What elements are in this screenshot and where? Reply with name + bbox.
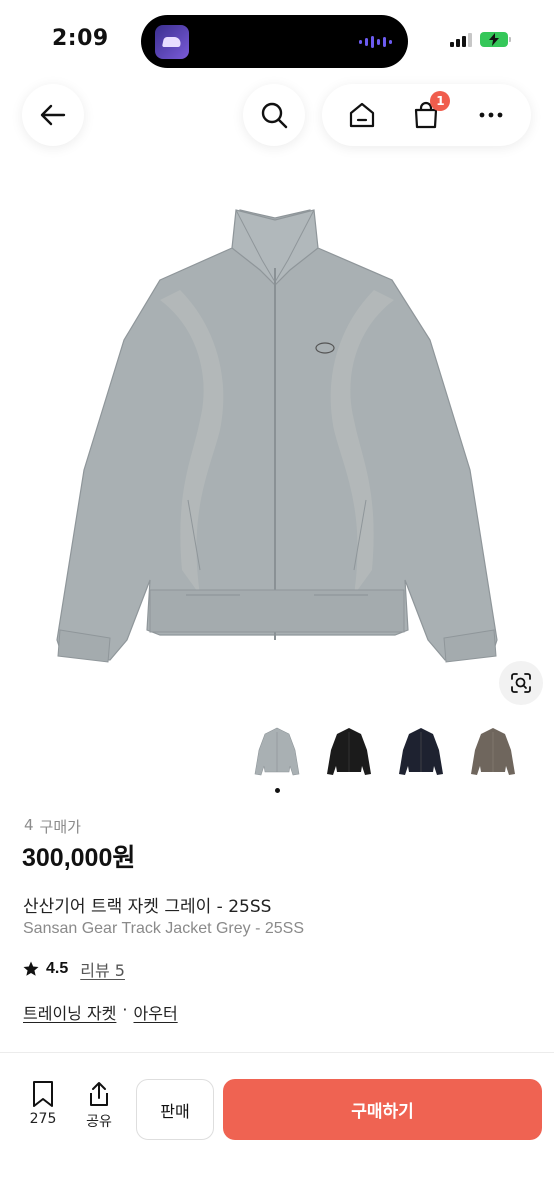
- image-page-indicator: [275, 788, 280, 793]
- product-price: 300,000원: [22, 844, 136, 872]
- top-actions: 1: [322, 84, 531, 146]
- thumbnail-brown[interactable]: [463, 722, 523, 782]
- status-bar: 2:09: [0, 0, 554, 80]
- bookmark-icon: [33, 1081, 53, 1107]
- more-horizontal-icon: [479, 112, 503, 118]
- arrow-left-icon: [40, 104, 66, 126]
- section-divider: [0, 1052, 554, 1053]
- product-main-image[interactable]: [0, 170, 554, 710]
- buyer-count-label: 구매가: [39, 818, 81, 836]
- thumbnail-black[interactable]: [319, 722, 379, 782]
- thumbnail-grey[interactable]: [247, 722, 307, 782]
- image-search-button[interactable]: [499, 661, 543, 705]
- now-playing-app-icon: [155, 25, 189, 59]
- buy-button[interactable]: 구매하기: [223, 1079, 542, 1140]
- back-button[interactable]: [22, 84, 84, 146]
- cellular-signal-icon: [450, 31, 472, 47]
- audio-wave-icon: [359, 35, 392, 49]
- share-label: 공유: [86, 1114, 112, 1130]
- thumbnail-strip: [247, 722, 523, 782]
- more-button[interactable]: [469, 93, 513, 137]
- lens-scan-icon: [511, 673, 531, 693]
- search-button[interactable]: [243, 84, 305, 146]
- sell-button[interactable]: 판매: [136, 1079, 214, 1140]
- battery-charging-icon: [480, 31, 511, 47]
- buyer-count-value: 4: [24, 816, 34, 834]
- home-button[interactable]: [340, 93, 384, 137]
- bookmark-button[interactable]: 275: [22, 1080, 64, 1127]
- bottom-action-bar: 275 공유 판매 구매하기: [0, 1060, 554, 1200]
- product-name-korean: 산산기어 트랙 자켓 그레이 - 25SS: [23, 897, 272, 917]
- search-icon: [261, 102, 288, 129]
- category-sub-link[interactable]: 아우터: [134, 1000, 178, 1024]
- category-separator: ·: [122, 1000, 128, 1019]
- category-breadcrumb: 트레이닝 자켓 · 아우터: [23, 1000, 178, 1024]
- status-indicators: [450, 31, 511, 47]
- home-icon: [350, 102, 375, 128]
- star-icon: [23, 961, 39, 976]
- review-link[interactable]: 리뷰 5: [80, 957, 125, 981]
- buyer-count: 4 구매가: [24, 816, 81, 837]
- status-time: 2:09: [52, 26, 109, 51]
- product-name-english: Sansan Gear Track Jacket Grey - 25SS: [23, 920, 305, 937]
- category-main-link[interactable]: 트레이닝 자켓: [23, 1000, 116, 1024]
- cart-count-badge: 1: [430, 91, 451, 111]
- thumbnail-navy[interactable]: [391, 722, 451, 782]
- product-rating: 4.5 리뷰 5: [22, 957, 125, 981]
- dynamic-island: [141, 15, 408, 68]
- cart-button[interactable]: 1: [404, 91, 451, 137]
- share-icon: [90, 1082, 108, 1106]
- rating-value: 4.5: [46, 960, 69, 977]
- share-button[interactable]: 공유: [78, 1080, 120, 1131]
- bookmark-count: 275: [29, 1111, 57, 1127]
